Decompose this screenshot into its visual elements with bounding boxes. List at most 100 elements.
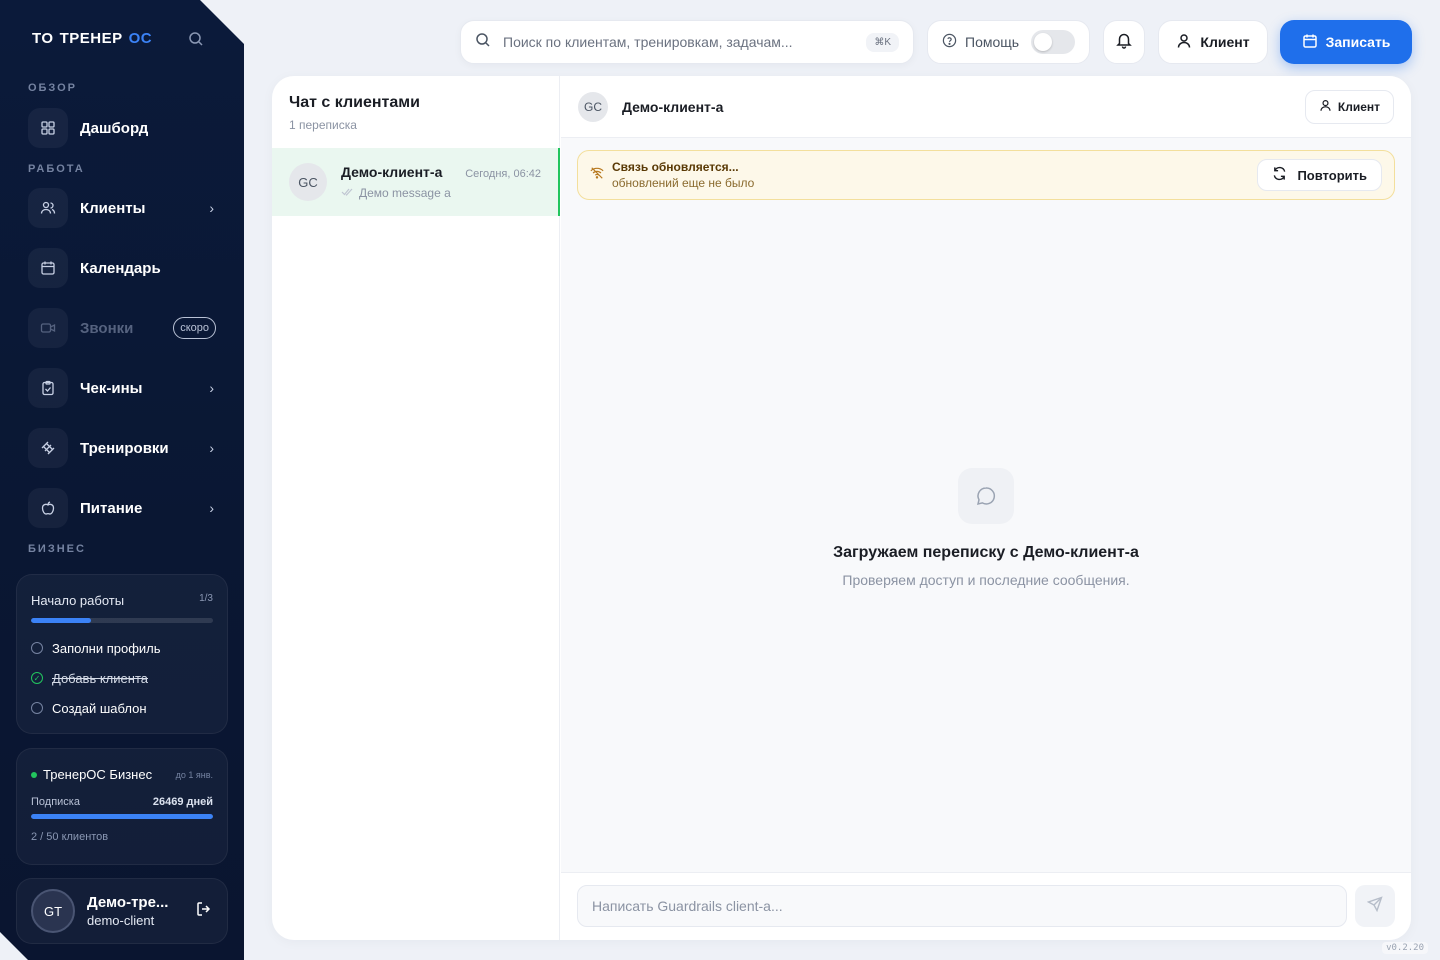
search-icon (475, 32, 491, 53)
sidebar-item-nutrition[interactable]: Питание › (28, 488, 220, 528)
chat-window: GC Демо-клиент-а Клиент Связь обновляетс… (561, 76, 1411, 940)
subscription-label: Подписка (31, 796, 80, 808)
alert-title: Связь обновляется... (612, 160, 739, 174)
sidebar-item-dashboard[interactable]: Дашборд (28, 108, 220, 148)
record-button[interactable]: Записать (1280, 20, 1412, 64)
sidebar-item-calls: Звонки скоро (28, 308, 220, 348)
user-name: Демо-тре... (87, 894, 169, 911)
alert-subtitle: обновлений еще не было (612, 176, 755, 190)
conversation-preview: Демо message a (359, 186, 451, 200)
client-mode-button[interactable]: Клиент (1158, 20, 1268, 64)
page-title: Чат с клиентами (289, 94, 420, 111)
notifications-button[interactable] (1103, 20, 1145, 64)
conversation-name: Демо-клиент-а (341, 164, 443, 180)
conversation-time: Сегодня, 06:42 (465, 168, 541, 180)
list-item[interactable]: GC Демо-клиент-а Сегодня, 06:42 Демо mes… (272, 148, 560, 216)
onboarding-progress (31, 618, 213, 623)
chevron-right-icon: › (209, 200, 214, 216)
connection-alert: Связь обновляется... обновлений еще не б… (577, 150, 1395, 200)
bell-icon (1115, 31, 1133, 54)
help-icon (942, 33, 957, 51)
onboarding-title: Начало работы (31, 593, 125, 608)
sidebar-item-workouts[interactable]: Тренировки › (28, 428, 220, 468)
task-label: Добавь клиента (52, 670, 148, 686)
global-search[interactable]: Поиск по клиентам, тренировкам, задачам.… (460, 20, 914, 64)
task-label: Заполни профиль (52, 640, 161, 656)
video-icon (28, 308, 68, 348)
sidebar-item-label: Чек-ины (80, 379, 143, 397)
subscription-days: 26469 дней (152, 796, 213, 808)
sidebar-item-label: Дашборд (80, 119, 149, 137)
sidebar-item-label: Звонки (80, 319, 134, 337)
sidebar-item-clients[interactable]: Клиенты › (28, 188, 220, 228)
help-label: Помощь (965, 34, 1020, 50)
user-login: demo-client (87, 913, 155, 928)
send-button[interactable] (1355, 885, 1395, 927)
status-dot (31, 771, 37, 778)
clipboard-icon (28, 368, 68, 408)
open-client-button[interactable]: Клиент (1304, 89, 1394, 124)
retry-button[interactable]: Повторить (1257, 159, 1382, 191)
refresh-icon (1272, 166, 1287, 184)
search-input[interactable]: Поиск по клиентам, тренировкам, задачам.… (503, 34, 866, 50)
sidebar-item-checkins[interactable]: Чек-ины › (28, 368, 220, 408)
circle-icon (31, 702, 43, 714)
plan-name: ТренерОС Бизнес (43, 767, 153, 782)
onboarding-card: Начало работы 1/3 Заполни профиль ✓ Добав… (16, 574, 228, 734)
sidebar-item-label: Календарь (80, 259, 161, 277)
help-toggle[interactable]: Помощь (927, 20, 1090, 64)
logout-icon[interactable] (195, 900, 213, 923)
chevron-right-icon: › (209, 500, 214, 516)
subscription-progress (31, 814, 213, 819)
apple-icon (28, 488, 68, 528)
onboarding-task[interactable]: ✓ Добавь клиента (17, 663, 227, 693)
avatar: GC (578, 91, 608, 122)
onboarding-count: 1/3 (199, 593, 213, 604)
help-switch[interactable] (1031, 30, 1075, 54)
section-overview: ОБЗОР (28, 82, 77, 94)
dumbbell-icon (28, 428, 68, 468)
logo-mark: TO (32, 30, 54, 47)
conversation-list: Чат с клиентами 1 переписка GC Демо-клие… (272, 76, 560, 940)
dashboard-icon (28, 108, 68, 148)
soon-badge: скоро (173, 317, 216, 339)
record-button-label: Записать (1325, 34, 1391, 50)
message-input[interactable]: Написать Guardrails client-a... (577, 885, 1347, 927)
message-composer: Написать Guardrails client-a... (561, 872, 1411, 940)
users-icon (28, 188, 68, 228)
app-logo[interactable]: TO ТРЕНЕР OC (32, 30, 152, 47)
chat-contact-name: Демо-клиент-а (622, 98, 724, 115)
shortcut-hint: ⌘K (866, 32, 899, 52)
client-button-label: Клиент (1200, 34, 1250, 50)
loading-title: Загружаем переписку с Демо-клиент-а (833, 544, 1139, 561)
calendar-icon (28, 248, 68, 288)
sidebar-item-calendar[interactable]: Календарь (28, 248, 220, 288)
version-label: v0.2.20 (1382, 942, 1428, 954)
calendar-plus-icon (1302, 33, 1318, 52)
open-client-label: Клиент (1337, 99, 1380, 114)
chat-header: GC Демо-клиент-а Клиент (561, 76, 1411, 138)
sidebar: TO ТРЕНЕР OC ОБЗОР Дашборд РАБОТА Клиент… (0, 0, 244, 960)
user-icon (1176, 33, 1192, 52)
clients-count: 2 / 50 клиентов (31, 831, 109, 843)
avatar: GC (289, 163, 327, 201)
send-icon (1366, 895, 1383, 917)
conversation-count: 1 переписка (289, 118, 357, 132)
chevron-right-icon: › (209, 440, 214, 456)
plan-card[interactable]: ТренерОС Бизнес до 1 янв. Подписка 26469… (16, 748, 228, 865)
user-icon (1319, 99, 1332, 115)
avatar[interactable]: GT (31, 889, 75, 933)
plan-until: до 1 янв. (175, 769, 213, 780)
user-card: GT Демо-тре... demo-client (16, 878, 228, 944)
subscription-progress-fill (31, 814, 213, 819)
wifi-off-icon (590, 166, 604, 185)
loading-subtitle: Проверяем доступ и последние сообщения. (842, 572, 1130, 588)
section-work: РАБОТА (28, 163, 85, 175)
sidebar-item-label: Тренировки (80, 439, 169, 457)
chevron-right-icon: › (209, 380, 214, 396)
message-bubble-icon (958, 468, 1014, 524)
onboarding-task[interactable]: Заполни профиль (17, 633, 227, 663)
chat-panel: Чат с клиентами 1 переписка GC Демо-клие… (272, 76, 1411, 940)
onboarding-task[interactable]: Создай шаблон (17, 693, 227, 723)
sidebar-search-icon[interactable] (188, 31, 208, 51)
